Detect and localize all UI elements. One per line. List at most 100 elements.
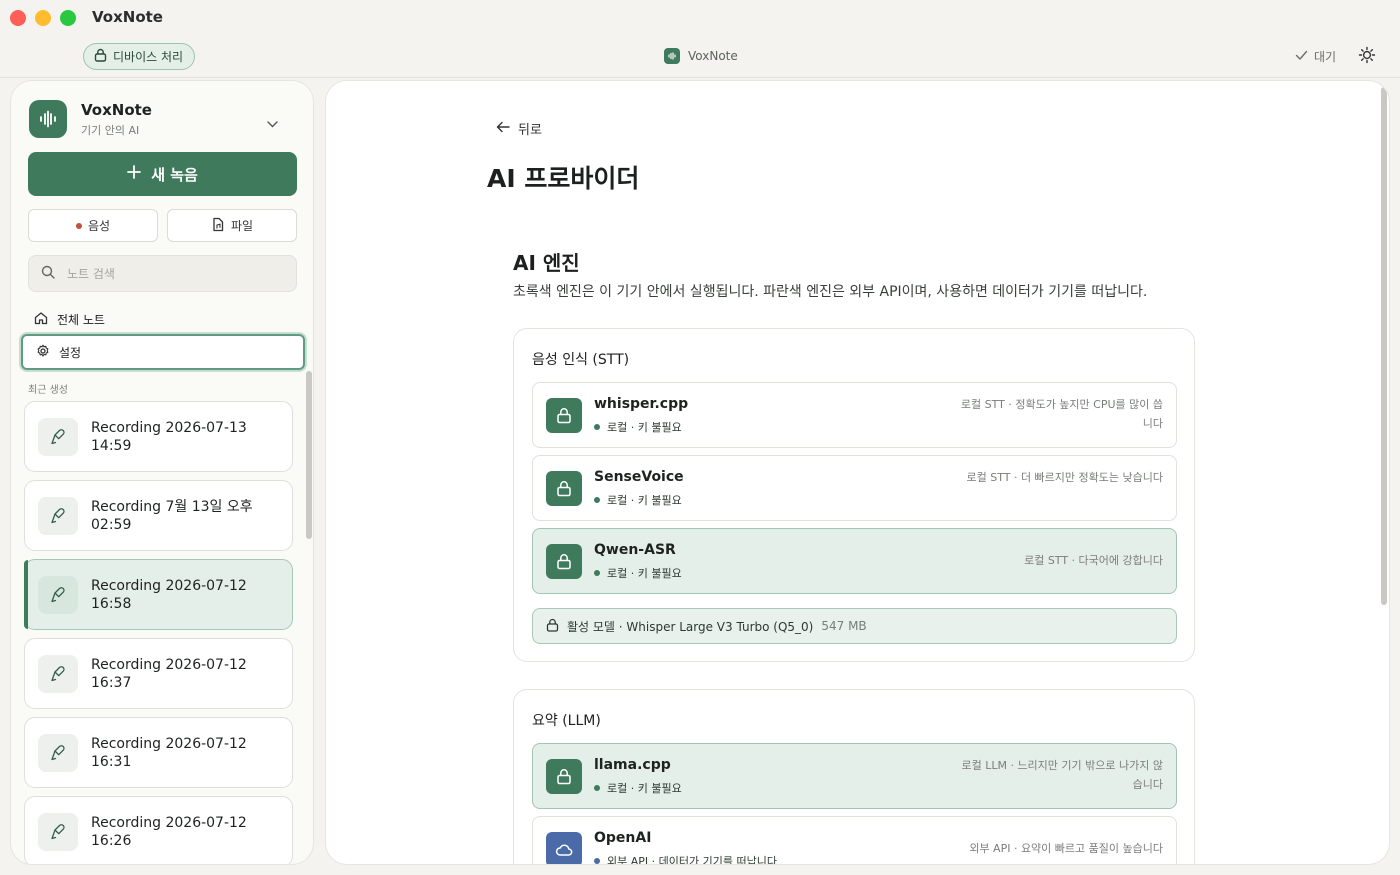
microphone-icon	[38, 812, 78, 851]
engine-tag: 로컬 · 키 불필요	[594, 492, 682, 508]
device-processing-label: 디바이스 처리	[113, 50, 184, 64]
engine-option-qwen-asr[interactable]: Qwen-ASR 로컬 · 키 불필요 로컬 STT · 다국어에 강합니다	[532, 528, 1177, 594]
workspace-subtitle: 기기 안의 AI	[81, 123, 140, 137]
nav-all-notes[interactable]: 전체 노트	[34, 311, 105, 328]
new-recording-label: 새 녹음	[151, 165, 198, 184]
engine-tag: 로컬 · 키 불필요	[594, 419, 682, 435]
nav-all-notes-label: 전체 노트	[57, 313, 105, 327]
main-scrollbar[interactable]	[1381, 87, 1387, 605]
device-processing-badge[interactable]: 디바이스 처리	[83, 43, 196, 70]
recording-title: Recording 2026-07-12 16:58	[91, 577, 247, 612]
minimize-window-button[interactable]	[35, 10, 51, 26]
local-dot-icon	[594, 497, 600, 503]
lock-icon	[546, 618, 559, 635]
recording-item[interactable]: Recording 2026-07-13 14:59	[24, 401, 293, 472]
engine-option-openai[interactable]: OpenAI 외부 API · 데이터가 기기를 떠납니다 외부 API · 요…	[532, 816, 1177, 865]
arrow-left-icon	[496, 121, 510, 137]
file-label: 파일	[230, 219, 254, 233]
sidebar-scrollbar[interactable]	[306, 371, 312, 539]
main-panel: 뒤로 AI 프로바이더 AI 엔진 초록색 엔진은 이 기기 안에서 실행됩니다…	[325, 80, 1390, 865]
active-model-label: 활성 모델 · Whisper Large V3 Turbo (Q5_0)	[567, 619, 814, 634]
recording-item[interactable]: Recording 2026-07-12 16:37	[24, 638, 293, 709]
engine-tag: 로컬 · 키 불필요	[594, 565, 682, 581]
engine-tag: 외부 API · 데이터가 기기를 떠납니다	[594, 853, 777, 865]
engine-tag-label: 외부 API · 데이터가 기기를 떠납니다	[607, 855, 777, 865]
local-dot-icon	[594, 570, 600, 576]
microphone-icon	[38, 496, 78, 535]
check-icon	[1295, 50, 1308, 64]
recording-title: Recording 7월 13일 오후 02:59	[91, 498, 253, 533]
engine-name: llama.cpp	[594, 757, 671, 773]
active-model-size: 547 MB	[821, 619, 867, 633]
workspace-switcher[interactable]: VoxNote 기기 안의 AI	[29, 100, 152, 138]
sun-icon	[1358, 46, 1376, 68]
engine-tag-label: 로컬 · 키 불필요	[607, 782, 682, 795]
engine-name: SenseVoice	[594, 469, 684, 485]
cloud-icon	[546, 832, 582, 864]
engine-option-whisper[interactable]: whisper.cpp 로컬 · 키 불필요 로컬 STT · 정확도가 높지만…	[532, 382, 1177, 448]
lock-icon	[94, 48, 107, 65]
page-title: AI 프로바이더	[487, 164, 640, 193]
local-dot-icon	[594, 785, 600, 791]
microphone-icon	[38, 575, 78, 614]
engine-name: OpenAI	[594, 830, 652, 846]
stt-group-title: 음성 인식 (STT)	[532, 352, 630, 368]
engine-note: 로컬 STT · 다국어에 강합니다	[1024, 554, 1163, 567]
status-indicator: 대기	[1295, 48, 1336, 65]
voice-record-button[interactable]: 음성	[28, 209, 158, 242]
section-description: 초록색 엔진은 이 기기 안에서 실행됩니다. 파란색 엔진은 외부 API이며…	[513, 284, 1148, 300]
center-brand: VoxNote	[664, 48, 738, 64]
zoom-window-button[interactable]	[60, 10, 76, 26]
app-logo-icon	[29, 100, 67, 138]
engine-option-sensevoice[interactable]: SenseVoice 로컬 · 키 불필요 로컬 STT · 더 빠르지만 정확…	[532, 455, 1177, 521]
search-input[interactable]	[67, 266, 267, 281]
recording-item[interactable]: Recording 2026-07-12 16:31	[24, 717, 293, 788]
search-icon	[41, 264, 55, 283]
engine-note: 로컬 LLM · 느리지만 기기 밖으로 나가지 않습니다	[961, 759, 1163, 791]
workspace-name: VoxNote	[81, 100, 152, 119]
recording-title: Recording 2026-07-12 16:26	[91, 814, 247, 849]
voice-label: 음성	[87, 219, 111, 233]
engine-tag-label: 로컬 · 키 불필요	[607, 421, 682, 434]
recording-item[interactable]: Recording 7월 13일 오후 02:59	[24, 480, 293, 551]
lock-icon	[546, 471, 582, 506]
engine-name: Qwen-ASR	[594, 542, 676, 558]
theme-toggle-button[interactable]	[1356, 46, 1378, 68]
engine-option-llama-cpp[interactable]: llama.cpp 로컬 · 키 불필요 로컬 LLM · 느리지만 기기 밖으…	[532, 743, 1177, 809]
llm-engine-group: 요약 (LLM) llama.cpp 로컬 · 키 불필요 로컬 LLM · 느…	[513, 689, 1195, 865]
active-model-bar: 활성 모델 · Whisper Large V3 Turbo (Q5_0) 54…	[532, 608, 1177, 644]
close-window-button[interactable]	[10, 10, 26, 26]
local-dot-icon	[594, 424, 600, 430]
recording-title: Recording 2026-07-12 16:31	[91, 735, 247, 770]
engine-name: whisper.cpp	[594, 396, 689, 412]
back-label: 뒤로	[518, 123, 542, 138]
search-box	[28, 255, 297, 292]
external-dot-icon	[594, 858, 600, 864]
stt-engine-group: 음성 인식 (STT) whisper.cpp 로컬 · 키 불필요 로컬 ST…	[513, 328, 1195, 662]
center-brand-label: VoxNote	[688, 49, 738, 63]
nav-settings[interactable]: 설정	[21, 334, 305, 370]
microphone-icon	[38, 417, 78, 456]
waveform-icon	[664, 48, 680, 64]
recording-item-active[interactable]: Recording 2026-07-12 16:58	[24, 559, 293, 630]
lock-icon	[546, 398, 582, 433]
recording-list: Recording 2026-07-13 14:59 Recording 7월 …	[24, 401, 294, 864]
file-import-button[interactable]: 파일	[167, 209, 297, 242]
status-label: 대기	[1314, 50, 1337, 64]
recording-item[interactable]: Recording 2026-07-12 16:26	[24, 796, 293, 864]
engine-note: 로컬 STT · 더 빠르지만 정확도는 낮습니다	[966, 471, 1163, 484]
lock-icon	[546, 759, 582, 794]
engine-note: 외부 API · 요약이 빠르고 품질이 높습니다	[969, 842, 1163, 855]
sidebar: VoxNote 기기 안의 AI 새 녹음 음성 파일 전체 노트	[10, 80, 314, 865]
record-dot-icon	[75, 222, 82, 229]
back-button[interactable]: 뒤로	[496, 119, 542, 138]
chevron-down-icon[interactable]	[267, 113, 278, 132]
recording-title: Recording 2026-07-12 16:37	[91, 656, 247, 691]
gear-icon	[36, 344, 50, 361]
recent-section-label: 최근 생성	[28, 385, 68, 396]
section-title: AI 엔진	[513, 251, 580, 275]
recording-title: Recording 2026-07-13 14:59	[91, 419, 247, 454]
new-recording-button[interactable]: 새 녹음	[28, 152, 297, 196]
engine-tag-label: 로컬 · 키 불필요	[607, 567, 682, 580]
engine-tag: 로컬 · 키 불필요	[594, 780, 682, 796]
